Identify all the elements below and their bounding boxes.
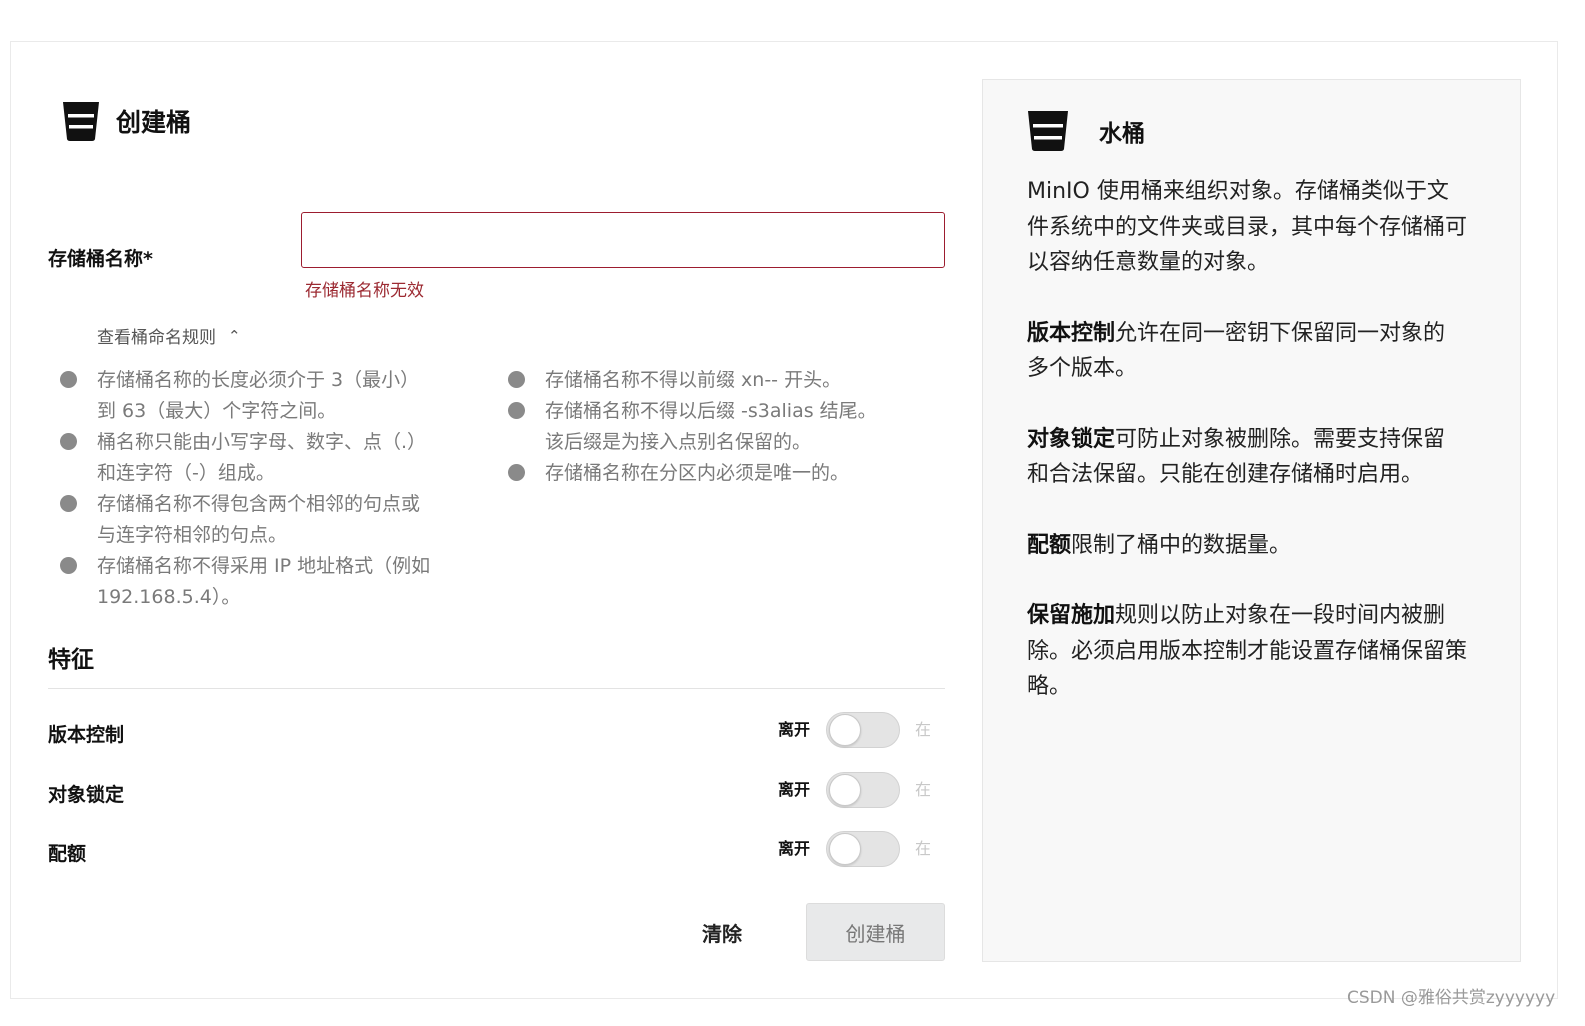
bucket-icon [63, 102, 99, 141]
feature-row-object-lock: 对象锁定 离开 在 [48, 772, 945, 812]
toggle-knob [829, 714, 861, 746]
help-intro: MinIO 使用桶来组织对象。存储桶类似于文件系统中的文件夹或目录，其中每个存储… [1027, 179, 1468, 275]
help-title: 水桶 [1099, 121, 1145, 147]
feature-row-versioning: 版本控制 离开 在 [48, 712, 945, 752]
page-title: 创建桶 [116, 108, 192, 137]
chevron-up-icon: ⌃ [228, 326, 241, 345]
bullet-icon [60, 495, 77, 512]
create-bucket-button[interactable]: 创建桶 [806, 903, 945, 961]
naming-rules-toggle[interactable]: 查看桶命名规则 ⌃ [97, 323, 241, 349]
clear-button[interactable]: 清除 [666, 903, 778, 961]
divider [48, 688, 945, 689]
bullet-icon [60, 557, 77, 574]
help-term: 对象锁定 [1027, 426, 1116, 452]
bullet-icon [60, 433, 77, 450]
toggle-on-label: 在 [915, 780, 932, 799]
versioning-label: 版本控制 [48, 724, 125, 746]
bullet-icon [60, 371, 77, 388]
naming-rule-text: 桶名称只能由小写字母、数字、点（.）和连字符（-）组成。 [97, 431, 427, 484]
naming-rule: 存储桶名称不得以前缀 xn-- 开头。 [506, 365, 886, 396]
naming-rule: 存储桶名称不得以后缀 -s3alias 结尾。该后缀是为接入点别名保留的。 [506, 396, 886, 458]
object-lock-label: 对象锁定 [48, 784, 125, 806]
toggle-knob [829, 774, 861, 806]
help-term: 版本控制 [1027, 320, 1116, 346]
naming-rule-text: 存储桶名称不得以后缀 -s3alias 结尾。该后缀是为接入点别名保留的。 [545, 400, 877, 453]
bucket-name-input[interactable] [301, 212, 945, 268]
bucket-name-label: 存储桶名称* [48, 248, 153, 270]
naming-rule-text: 存储桶名称在分区内必须是唯一的。 [545, 462, 850, 484]
bucket-name-error: 存储桶名称无效 [305, 281, 424, 301]
naming-rule-text: 存储桶名称不得采用 IP 地址格式（例如 192.168.5.4）。 [97, 555, 431, 608]
bullet-icon [508, 464, 525, 481]
features-heading: 特征 [48, 647, 94, 673]
help-retention: 保留施加规则以防止对象在一段时间内被删除。必须启用版本控制才能设置存储桶保留策略… [1027, 598, 1467, 705]
help-term: 保留施加 [1027, 603, 1116, 628]
naming-rule: 存储桶名称在分区内必须是唯一的。 [506, 458, 886, 489]
bucket-icon [1028, 111, 1068, 151]
bullet-icon [508, 371, 525, 388]
feature-row-quota: 配额 离开 在 [48, 831, 945, 871]
toggle-off-label: 离开 [778, 839, 811, 858]
help-versioning: 版本控制允许在同一密钥下保留同一对象的多个版本。 [1027, 316, 1467, 387]
toggle-on-label: 在 [915, 839, 932, 858]
naming-rule-text: 存储桶名称不得包含两个相邻的句点或与连字符相邻的句点。 [97, 493, 421, 546]
watermark: CSDN @雅俗共赏zyyyyyy [1347, 988, 1556, 1008]
naming-rules-toggle-label: 查看桶命名规则 [97, 328, 216, 348]
help-text: 限制了桶中的数据量。 [1071, 532, 1292, 558]
quota-toggle[interactable] [826, 831, 900, 867]
naming-rule: 存储桶名称不得采用 IP 地址格式（例如 192.168.5.4）。 [58, 551, 438, 613]
object-lock-toggle[interactable] [826, 772, 900, 808]
naming-rules-list-right: 存储桶名称不得以前缀 xn-- 开头。 存储桶名称不得以后缀 -s3alias … [506, 365, 886, 489]
naming-rule: 桶名称只能由小写字母、数字、点（.）和连字符（-）组成。 [58, 427, 438, 489]
quota-label: 配额 [48, 843, 87, 865]
naming-rule: 存储桶名称的长度必须介于 3（最小）到 63（最大）个字符之间。 [58, 365, 438, 427]
help-term: 配额 [1027, 532, 1072, 558]
help-object-lock: 对象锁定可防止对象被删除。需要支持保留和合法保留。只能在创建存储桶时启用。 [1027, 422, 1467, 493]
naming-rule-text: 存储桶名称不得以前缀 xn-- 开头。 [545, 369, 842, 391]
toggle-off-label: 离开 [778, 780, 811, 799]
help-body: MinIO 使用桶来组织对象。存储桶类似于文件系统中的文件夹或目录，其中每个存储… [1027, 174, 1467, 740]
bullet-icon [508, 402, 525, 419]
form-header: 创建桶 [62, 101, 191, 141]
naming-rule: 存储桶名称不得包含两个相邻的句点或与连字符相邻的句点。 [58, 489, 438, 551]
toggle-knob [829, 833, 861, 865]
toggle-off-label: 离开 [778, 720, 811, 739]
help-quota: 配额限制了桶中的数据量。 [1027, 528, 1467, 564]
naming-rules-list-left: 存储桶名称的长度必须介于 3（最小）到 63（最大）个字符之间。 桶名称只能由小… [58, 365, 438, 613]
versioning-toggle[interactable] [826, 712, 900, 748]
toggle-on-label: 在 [915, 720, 932, 739]
help-header: 水桶 [1027, 110, 1145, 152]
help-panel: 水桶 MinIO 使用桶来组织对象。存储桶类似于文件系统中的文件夹或目录，其中每… [982, 79, 1521, 962]
naming-rule-text: 存储桶名称的长度必须介于 3（最小）到 63（最大）个字符之间。 [97, 369, 420, 422]
